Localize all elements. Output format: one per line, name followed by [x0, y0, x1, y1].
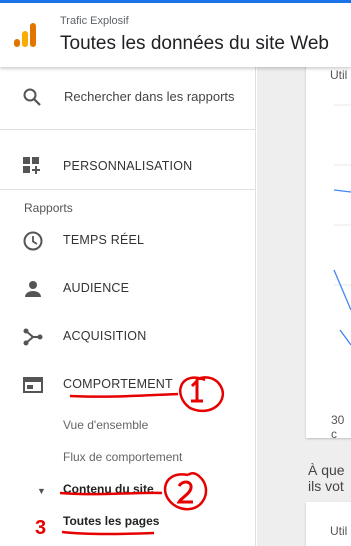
nav-acquisition-label: ACQUISITION: [63, 329, 147, 343]
question-text-line1: À que: [308, 462, 345, 478]
property-name[interactable]: Toutes les données du site Web: [60, 33, 329, 55]
section-label-rapports: Rapports: [24, 201, 73, 215]
sub-item-contenu-du-site[interactable]: Contenu du site: [63, 482, 154, 496]
nav-temps-reel[interactable]: TEMPS RÉEL: [0, 217, 256, 265]
series-line: [339, 329, 351, 346]
sub-item-flux-comportement[interactable]: Flux de comportement: [63, 450, 182, 464]
search-input[interactable]: [64, 89, 234, 104]
analytics-logo-icon[interactable]: [14, 23, 36, 47]
account-name[interactable]: Trafic Explosif: [60, 15, 129, 27]
caret-down-icon[interactable]: ▼: [37, 486, 46, 496]
person-icon: [25, 281, 41, 297]
divider: [0, 129, 256, 130]
search-row: [0, 67, 256, 129]
nav-comportement[interactable]: COMPORTEMENT: [0, 361, 256, 409]
search-icon: [23, 88, 41, 106]
acquisition-icon: [23, 328, 43, 346]
number-three-annotation: 3: [35, 517, 47, 539]
sub-item-vue-ensemble[interactable]: Vue d'ensemble: [63, 418, 148, 432]
header: Trafic Explosif Toutes les données du si…: [0, 3, 351, 67]
clock-icon: [23, 231, 43, 251]
series-line: [333, 269, 351, 311]
nav-acquisition[interactable]: ACQUISITION: [0, 313, 256, 361]
nav-audience[interactable]: AUDIENCE: [0, 265, 256, 313]
behavior-icon: [23, 377, 43, 393]
nav-personnalisation[interactable]: PERSONNALISATION: [0, 143, 256, 191]
question-text-line2: ils vot: [308, 478, 344, 494]
nav-personnalisation-label: PERSONNALISATION: [63, 159, 193, 173]
sidebar: PERSONNALISATION Rapports TEMPS RÉEL AUD…: [0, 67, 256, 546]
dashboard-add-icon: [23, 157, 40, 174]
nav-audience-label: AUDIENCE: [63, 281, 130, 295]
line-chart: [333, 104, 351, 346]
divider: [0, 189, 256, 190]
nav-comportement-label: COMPORTEMENT: [63, 377, 173, 391]
series-line: [333, 189, 351, 193]
card-title: Util: [330, 524, 348, 538]
sub-item-toutes-les-pages[interactable]: Toutes les pages: [63, 514, 159, 528]
nav-temps-reel-label: TEMPS RÉEL: [63, 233, 145, 247]
x-axis-label: 30 c: [331, 413, 345, 441]
